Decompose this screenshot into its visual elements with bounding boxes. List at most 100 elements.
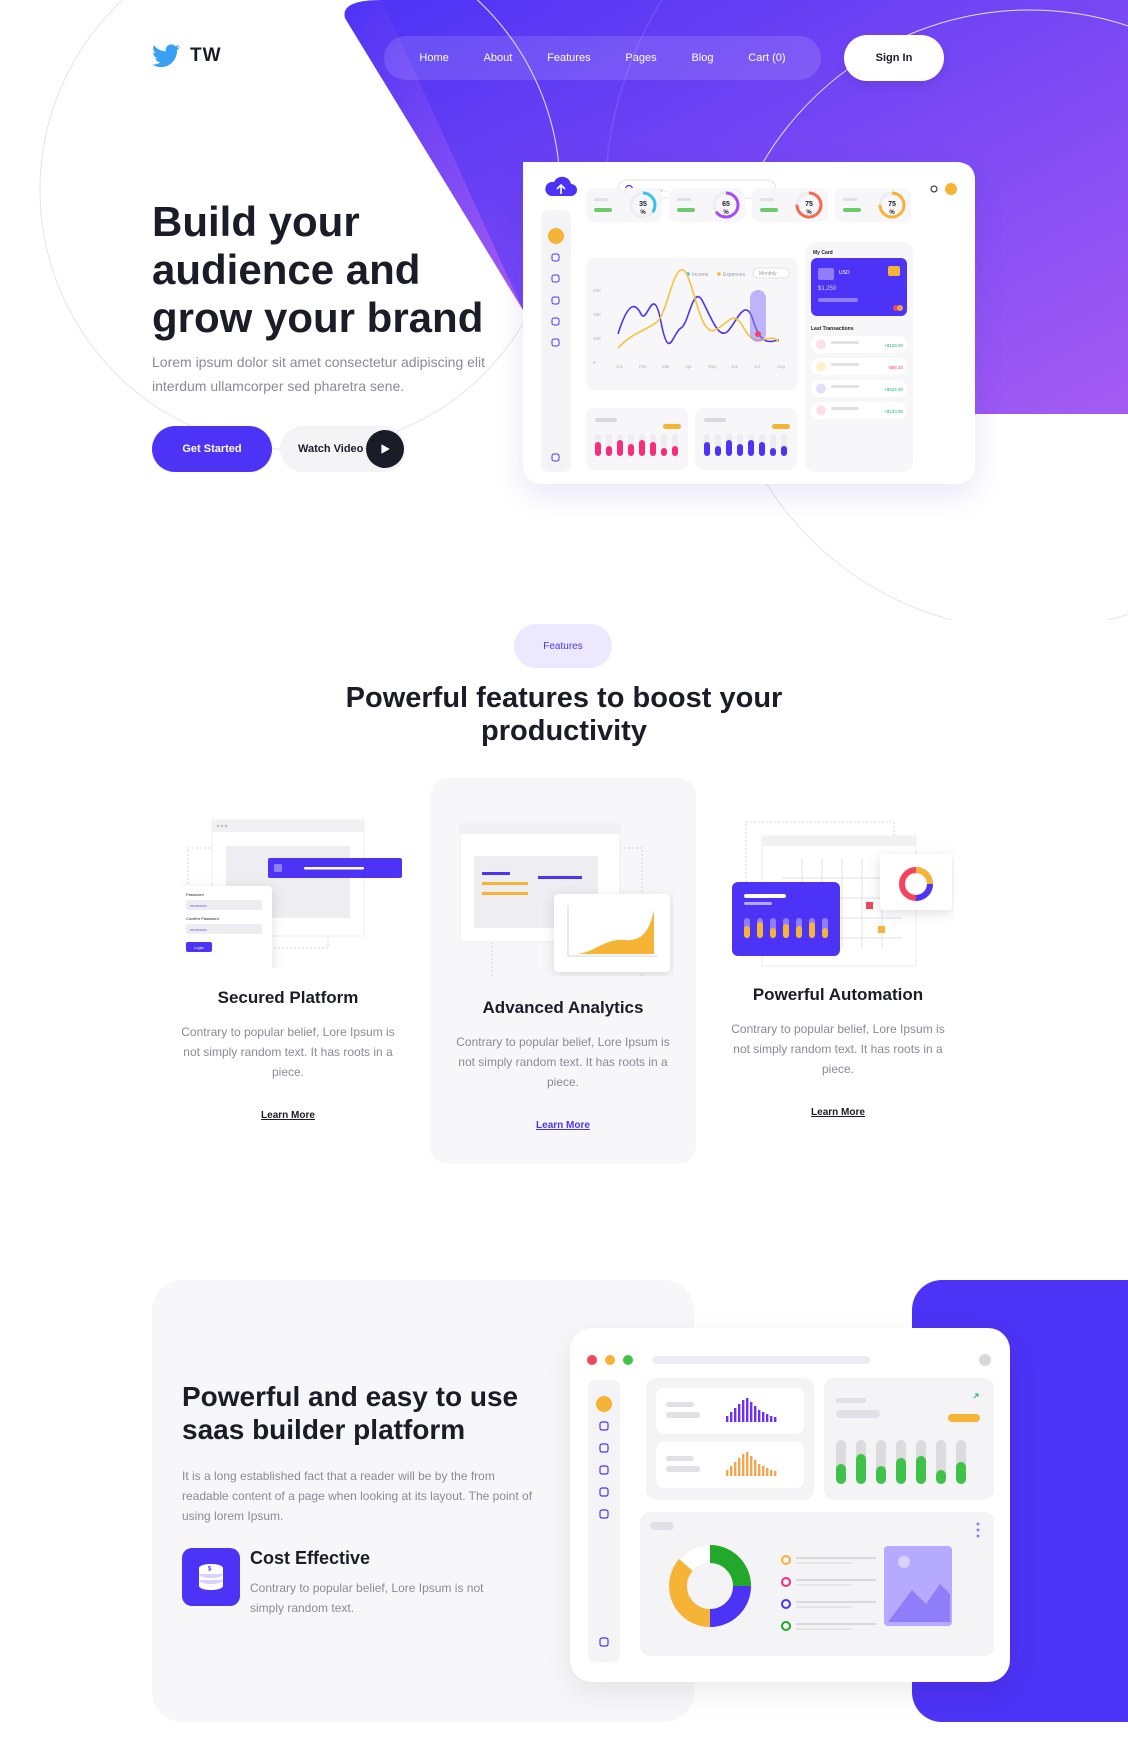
purple-spark-bar: [770, 1416, 773, 1422]
legend-line: [796, 1584, 852, 1586]
dashboard-preview: Search here... 35%65%75%75% Income Expen…: [523, 162, 975, 484]
nav-home[interactable]: Home: [419, 52, 448, 64]
nav-features[interactable]: Features: [547, 52, 590, 64]
secured-platform-illustration: Password •••••••••••• Confirm Password •…: [180, 819, 402, 968]
svg-text:••••••••••••: ••••••••••••: [190, 927, 207, 932]
gauge-label-line: [677, 198, 691, 201]
purple-spark-bar: [774, 1417, 777, 1422]
gauge-unit: %: [806, 210, 812, 216]
pink-bar: [628, 444, 634, 456]
automation-bar: [744, 926, 750, 938]
x-tick-label: May: [708, 364, 717, 369]
x-tick-label: Mar: [662, 364, 670, 369]
get-started-button[interactable]: Get Started: [152, 426, 272, 472]
blue-bar: [770, 448, 776, 456]
purple-spark-bar: [726, 1416, 729, 1422]
legend-line: [796, 1606, 852, 1608]
green-bar: [896, 1458, 906, 1484]
gauge-value: 75: [805, 201, 813, 208]
cost-effective-text: Contrary to popular belief, Lore Ipsum i…: [250, 1581, 484, 1615]
svg-text:Monthly: Monthly: [759, 271, 777, 277]
nav-blog[interactable]: Blog: [691, 52, 713, 64]
automation-bar: [783, 924, 789, 938]
legend-line: [796, 1579, 876, 1581]
gauge-value: 35: [639, 201, 647, 208]
hero-title: Build your audience and grow your brand: [152, 198, 484, 341]
avatar: [945, 183, 957, 195]
play-icon[interactable]: [366, 430, 404, 468]
x-tick-label: Jun: [731, 364, 739, 369]
svg-text:Expenses: Expenses: [723, 272, 745, 278]
gauge-unit: %: [723, 210, 729, 216]
blue-bar: [781, 446, 787, 456]
automation-bar: [822, 928, 828, 938]
orange-spark-bar: [770, 1470, 773, 1476]
gauge-bar: [760, 208, 778, 212]
bird-logo-icon[interactable]: [152, 44, 180, 68]
transaction-amount: +$120.00: [884, 409, 903, 414]
learn-more-secured[interactable]: Learn More: [228, 1110, 348, 1121]
sign-in-button[interactable]: Sign In: [844, 35, 944, 81]
feature-title-analytics: Advanced Analytics: [482, 998, 644, 1017]
gauge-card: [835, 188, 911, 222]
purple-spark-bar: [758, 1410, 761, 1422]
gauge-card: [669, 188, 745, 222]
pink-bar: [639, 440, 645, 456]
green-bar: [876, 1466, 886, 1484]
nav-pages[interactable]: Pages: [625, 52, 656, 64]
brand-name[interactable]: TW: [190, 45, 222, 67]
gauge-value: 75: [888, 201, 896, 208]
nav-about[interactable]: About: [484, 52, 513, 64]
green-bar: [956, 1462, 966, 1484]
gauge-value: 65: [722, 201, 730, 208]
gauge-card: [586, 188, 662, 222]
y-tick-label: 20K: [593, 288, 601, 293]
gauge-bar: [843, 208, 861, 212]
x-tick-label: Jul: [754, 364, 760, 369]
builder-heading: Powerful and easy to use saas builder pl…: [182, 1381, 519, 1445]
svg-text:Password: Password: [186, 892, 204, 897]
cost-effective-title: Cost Effective: [250, 1548, 371, 1568]
pink-bar: [650, 442, 656, 456]
green-bar: [856, 1454, 866, 1484]
builder-dashboard-mockup: [587, 1354, 994, 1662]
svg-text:Login: Login: [194, 945, 204, 950]
svg-text:••••••••••••: ••••••••••••: [190, 903, 207, 908]
orange-spark-bar: [774, 1471, 777, 1476]
transaction-amount: +$424.00: [884, 387, 903, 392]
purple-spark-bar: [734, 1408, 737, 1422]
dashboard-mockup: Search here... 35%65%75%75% Income Expen…: [541, 176, 957, 472]
gauge-label-line: [760, 198, 774, 201]
x-tick-label: Feb: [639, 364, 647, 369]
learn-more-analytics[interactable]: Learn More: [503, 1120, 623, 1131]
orange-spark-bar: [746, 1452, 749, 1476]
orange-spark-bar: [726, 1470, 729, 1476]
coins-icon: $: [182, 1548, 240, 1606]
orange-spark-bar: [766, 1468, 769, 1476]
bell-icon: [930, 185, 938, 193]
orange-spark-bar: [762, 1466, 765, 1476]
pink-bar: [606, 446, 612, 456]
gauge-unit: %: [889, 210, 895, 216]
learn-more-automation[interactable]: Learn More: [778, 1107, 898, 1118]
watch-video-button[interactable]: Watch Video: [280, 426, 406, 472]
automation-bar: [757, 922, 763, 938]
transaction-avatar: [816, 383, 826, 394]
nav-cart[interactable]: Cart (0): [748, 52, 785, 64]
legend-line: [796, 1562, 852, 1564]
svg-text:My Card: My Card: [813, 250, 833, 256]
purple-spark-bar: [738, 1404, 741, 1422]
purple-spark-bar: [742, 1400, 745, 1422]
y-tick-label: 15K: [593, 312, 601, 317]
purple-spark-bar: [746, 1398, 749, 1422]
green-bar: [936, 1470, 946, 1484]
legend-line: [796, 1557, 876, 1559]
purple-spark-bar: [754, 1406, 757, 1422]
pink-bar: [595, 442, 601, 456]
orange-spark-bar: [742, 1454, 745, 1476]
watch-video-label: Watch Video: [298, 443, 364, 455]
blue-bar: [715, 446, 721, 456]
transaction-avatar: [816, 405, 826, 416]
legend-line: [796, 1623, 876, 1625]
transaction-name-line: [831, 341, 859, 344]
